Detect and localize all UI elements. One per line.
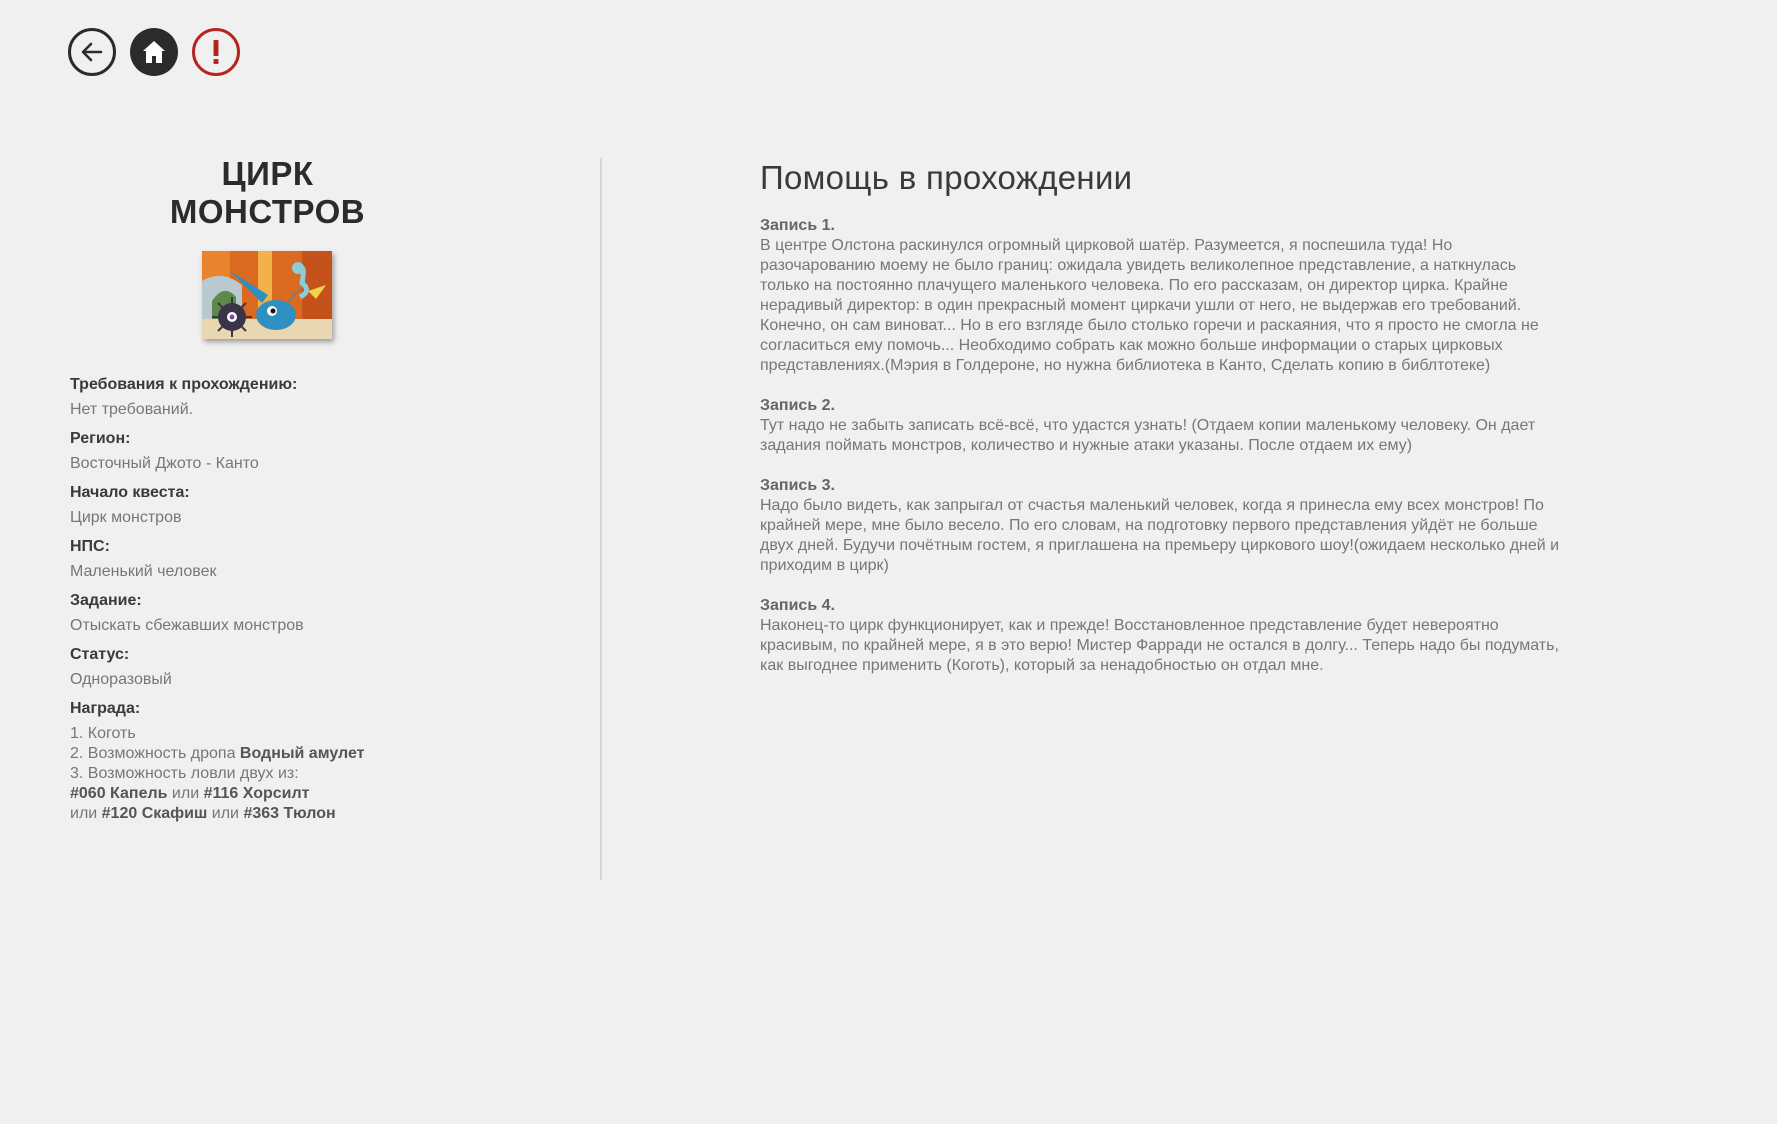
quest-title-line-2: МОНСТРОВ	[169, 193, 366, 230]
npc-label: НПС:	[70, 538, 110, 555]
quest-start-value: Цирк монстров	[70, 509, 182, 526]
home-icon	[140, 38, 168, 66]
walkthrough-panel: Помощь в прохождении Запись 1. В центре …	[760, 158, 1565, 676]
column-divider	[600, 158, 602, 880]
reward-label: Награда:	[70, 700, 141, 717]
monster-363: #363 Тюлон	[243, 805, 336, 822]
monster-060: #060 Капель	[70, 785, 168, 802]
quest-title-line-1: ЦИРК	[221, 155, 314, 192]
entry-text: Тут надо не забыть записать всё-всё, что…	[760, 417, 1536, 454]
reward-item-2: 2. Возможность дропа Водный амулет	[70, 744, 530, 764]
entry-title: Запись 2.	[760, 397, 835, 414]
quest-details: Требования к прохождению: Нет требований…	[70, 375, 530, 824]
requirements-label: Требования к прохождению:	[70, 376, 298, 393]
entry-title: Запись 3.	[760, 477, 835, 494]
region-value: Восточный Джото - Канто	[70, 455, 259, 472]
journal-entries: Запись 1. В центре Олстона раскинулся ог…	[760, 216, 1565, 676]
reward-monsters-line-2: или #120 Скафиш или #363 Тюлон	[70, 804, 530, 824]
journal-entry: Запись 4. Наконец-то цирк функционирует,…	[760, 596, 1565, 676]
entry-text: Наконец-то цирк функционирует, как и пре…	[760, 617, 1559, 674]
monster-120: #120 Скафиш	[101, 805, 208, 822]
exclamation-icon	[202, 37, 230, 67]
top-navigation	[68, 28, 240, 76]
status-value: Одноразовый	[70, 671, 172, 688]
reward-list: 1. Коготь 2. Возможность дропа Водный ам…	[70, 724, 530, 824]
journal-entry: Запись 2. Тут надо не забыть записать вс…	[760, 396, 1565, 456]
or-text: или	[167, 785, 204, 802]
npc-value: Маленький человек	[70, 563, 217, 580]
entry-title: Запись 4.	[760, 597, 835, 614]
status-label: Статус:	[70, 646, 130, 663]
journal-entry: Запись 1. В центре Олстона раскинулся ог…	[760, 216, 1565, 376]
task-label: Задание:	[70, 592, 142, 609]
entry-text: Надо было видеть, как запрыгал от счасть…	[760, 497, 1560, 574]
quest-info-panel: ЦИРК МОНСТРОВ Требования к прохождению: …	[70, 155, 530, 824]
requirements-value: Нет требований.	[70, 401, 194, 418]
reward-item-1: 1. Коготь	[70, 725, 136, 742]
entry-title: Запись 1.	[760, 217, 835, 234]
arrow-left-icon	[77, 37, 107, 67]
quest-title: ЦИРК МОНСТРОВ	[70, 155, 465, 231]
quest-image	[202, 251, 332, 339]
region-label: Регион:	[70, 430, 131, 447]
report-button[interactable]	[192, 28, 240, 76]
quest-start-label: Начало квеста:	[70, 484, 190, 501]
reward-item-2-amulet: Водный амулет	[239, 745, 365, 762]
walkthrough-title: Помощь в прохождении	[760, 159, 1133, 196]
journal-entry: Запись 3. Надо было видеть, как запрыгал…	[760, 476, 1565, 576]
reward-monsters-line-1: #060 Капель или #116 Хорсилт	[70, 784, 530, 804]
task-value: Отыскать сбежавших монстров	[70, 617, 304, 634]
reward-item-2-prefix: 2. Возможность дропа	[70, 745, 240, 762]
or-text: или	[70, 805, 102, 822]
home-button[interactable]	[130, 28, 178, 76]
entry-text: В центре Олстона раскинулся огромный цир…	[760, 237, 1539, 374]
monster-116: #116 Хорсилт	[203, 785, 310, 802]
or-text: или	[207, 805, 244, 822]
reward-item-3: 3. Возможность ловли двух из:	[70, 765, 299, 782]
back-button[interactable]	[68, 28, 116, 76]
